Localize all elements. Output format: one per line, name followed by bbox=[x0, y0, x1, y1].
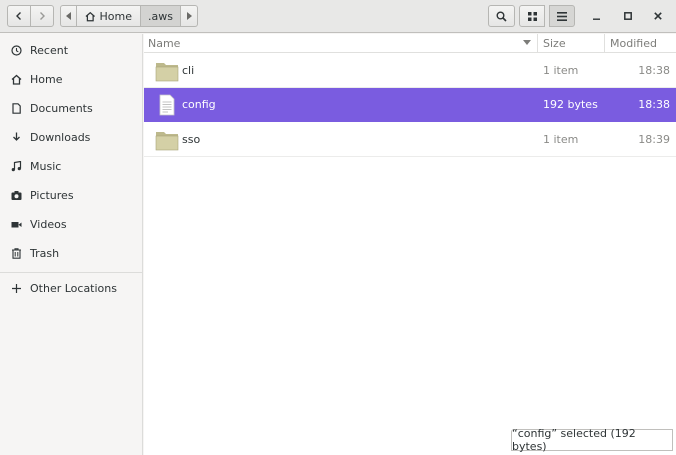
document-icon bbox=[11, 102, 22, 114]
status-text: “config” selected (192 bytes) bbox=[512, 427, 636, 453]
sidebar-item-pictures[interactable]: Pictures bbox=[0, 184, 143, 206]
file-size: 1 item bbox=[543, 133, 579, 146]
sidebar-item-label: Downloads bbox=[30, 130, 91, 144]
text-file-icon bbox=[159, 94, 175, 116]
sidebar-item-label: Pictures bbox=[30, 188, 74, 202]
sidebar-item-label: Trash bbox=[30, 246, 60, 260]
path-scroll-left-button[interactable] bbox=[60, 5, 77, 27]
file-row-config[interactable]: config 192 bytes 18:38 bbox=[144, 88, 676, 122]
sidebar-item-label: Documents bbox=[30, 101, 93, 115]
download-icon bbox=[11, 132, 22, 143]
sidebar-item-music[interactable]: Music bbox=[0, 155, 143, 177]
close-icon bbox=[654, 12, 662, 20]
sidebar-divider bbox=[0, 272, 143, 273]
sidebar-item-label: Videos bbox=[30, 217, 67, 231]
column-header: Name Size Modified bbox=[144, 34, 676, 53]
grid-icon bbox=[527, 11, 537, 21]
sidebar-item-recent[interactable]: Recent bbox=[0, 39, 143, 61]
clock-icon bbox=[11, 44, 22, 56]
close-button[interactable] bbox=[649, 7, 667, 25]
camera-icon bbox=[11, 190, 22, 201]
maximize-button[interactable] bbox=[619, 7, 637, 25]
column-size-header[interactable]: Size bbox=[543, 37, 566, 50]
breadcrumb-home-label: Home bbox=[99, 9, 132, 23]
forward-button[interactable] bbox=[30, 5, 54, 27]
home-icon bbox=[85, 11, 95, 21]
folder-icon bbox=[155, 63, 179, 82]
chevron-right-icon bbox=[40, 12, 45, 20]
column-divider bbox=[537, 34, 538, 53]
sidebar-item-label: Home bbox=[30, 72, 63, 86]
triangle-right-icon bbox=[187, 12, 192, 20]
search-button[interactable] bbox=[488, 5, 515, 27]
sidebar-item-label: Music bbox=[30, 159, 62, 173]
maximize-icon bbox=[624, 12, 632, 20]
list-view-button[interactable] bbox=[549, 5, 575, 27]
sidebar-item-downloads[interactable]: Downloads bbox=[0, 126, 143, 148]
minimize-button[interactable] bbox=[588, 7, 606, 25]
sidebar-item-other-locations[interactable]: Other Locations bbox=[0, 277, 143, 299]
file-modified: 18:39 bbox=[638, 133, 670, 146]
file-size: 192 bytes bbox=[543, 98, 598, 111]
sidebar-item-videos[interactable]: Videos bbox=[0, 213, 143, 235]
video-icon bbox=[11, 219, 22, 230]
back-button[interactable] bbox=[7, 5, 31, 27]
sidebar-item-documents[interactable]: Documents bbox=[0, 97, 143, 119]
file-row-sso[interactable]: sso 1 item 18:39 bbox=[144, 123, 676, 157]
sidebar-item-label: Other Locations bbox=[30, 281, 117, 295]
grid-view-button[interactable] bbox=[519, 5, 545, 27]
plus-icon bbox=[11, 283, 22, 294]
triangle-left-icon bbox=[65, 12, 71, 20]
file-row-cli[interactable]: cli 1 item 18:38 bbox=[144, 54, 676, 88]
column-name-header[interactable]: Name bbox=[148, 37, 180, 50]
breadcrumb-home[interactable]: Home bbox=[77, 5, 141, 27]
path-scroll-right-button[interactable] bbox=[181, 5, 198, 27]
sidebar: Recent Home Documents Downloads Music Pi… bbox=[0, 34, 143, 455]
minimize-icon bbox=[593, 18, 600, 20]
home-icon bbox=[11, 74, 22, 85]
sidebar-item-home[interactable]: Home bbox=[0, 68, 143, 90]
path-bar: Home .aws bbox=[60, 5, 198, 27]
breadcrumb-aws[interactable]: .aws bbox=[141, 5, 181, 27]
file-modified: 18:38 bbox=[638, 98, 670, 111]
file-modified: 18:38 bbox=[638, 64, 670, 77]
file-name: sso bbox=[182, 133, 201, 146]
menu-icon bbox=[557, 11, 567, 21]
file-name: cli bbox=[182, 64, 195, 77]
header-bar: Home .aws bbox=[0, 0, 676, 33]
column-modified-header[interactable]: Modified bbox=[610, 37, 657, 50]
file-name: config bbox=[182, 98, 216, 111]
breadcrumb-aws-label: .aws bbox=[148, 9, 173, 23]
music-icon bbox=[11, 160, 22, 172]
file-list: Name Size Modified cli 1 item 18:38 conf… bbox=[144, 34, 676, 455]
sidebar-item-label: Recent bbox=[30, 43, 69, 57]
file-size: 1 item bbox=[543, 64, 579, 77]
chevron-left-icon bbox=[16, 12, 21, 20]
search-icon bbox=[496, 11, 507, 22]
sort-descending-icon bbox=[523, 40, 531, 45]
trash-icon bbox=[11, 247, 22, 259]
sidebar-item-trash[interactable]: Trash bbox=[0, 242, 143, 264]
status-overlay: “config” selected (192 bytes) bbox=[511, 427, 673, 453]
column-divider bbox=[604, 34, 605, 53]
folder-icon bbox=[155, 132, 179, 151]
